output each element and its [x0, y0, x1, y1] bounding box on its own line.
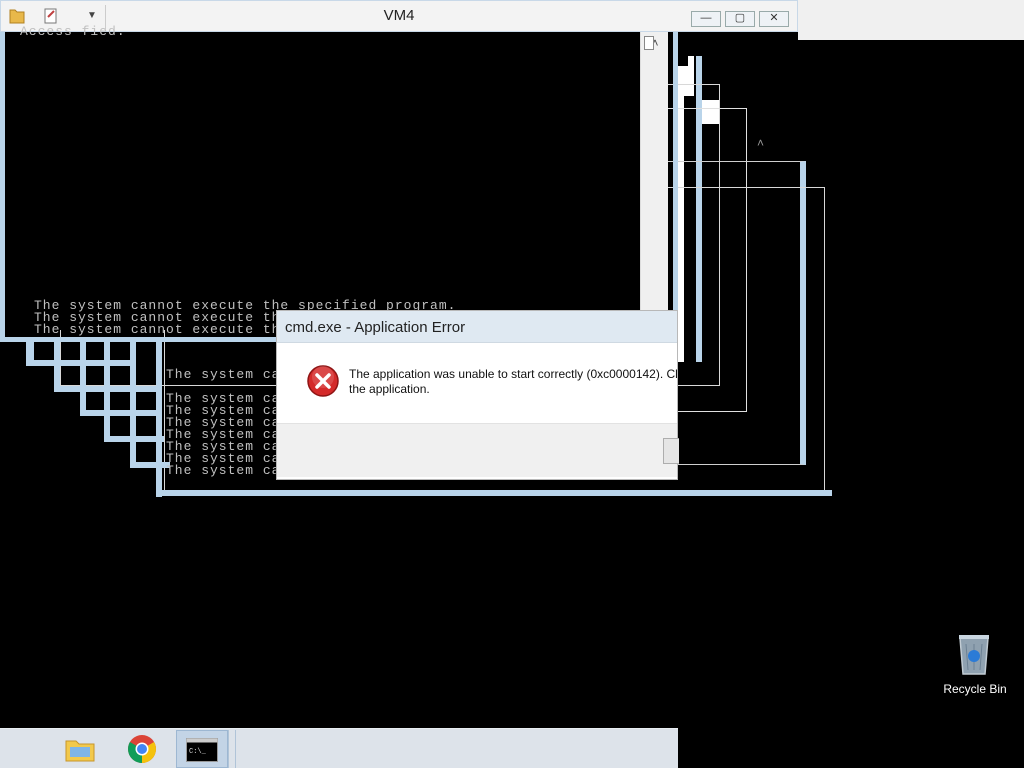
console-scrollbar[interactable]: ˄ ˅ — [640, 32, 668, 330]
ok-button[interactable] — [663, 438, 679, 464]
console-area[interactable]: Access fied. The system cannot execute t… — [10, 25, 640, 336]
ghost-line: The system can — [166, 367, 290, 382]
dialog-title-bar[interactable]: cmd.exe - Application Error — [277, 311, 677, 343]
ghost-line: The system can — [166, 463, 290, 478]
window-title: VM4 — [383, 7, 415, 24]
svg-text:C:\_: C:\_ — [189, 748, 207, 756]
dialog-message: The application was unable to start corr… — [349, 367, 677, 399]
close-button[interactable]: ✕ — [759, 11, 789, 27]
maximize-button[interactable]: ▢ — [725, 11, 755, 27]
restore-icon[interactable] — [644, 36, 654, 50]
taskbar-stack-edge — [228, 730, 236, 768]
recycle-bin-label[interactable]: Recycle Bin — [936, 682, 1014, 696]
minimize-button[interactable]: — — [691, 11, 721, 27]
vm4-window[interactable]: ▼ VM4 — ▢ ✕ Access fied. The system cann… — [0, 0, 798, 342]
folder-icon — [65, 740, 95, 762]
chrome-icon — [128, 735, 156, 763]
dialog-message-text: The application was unable to start corr… — [349, 367, 677, 396]
taskbar-item-cmd[interactable]: C:\_ — [176, 730, 228, 768]
error-icon — [307, 365, 339, 397]
dialog-title: cmd.exe - Application Error — [285, 319, 466, 336]
dialog-footer — [277, 423, 679, 477]
desktop-top-strip — [798, 0, 1024, 40]
recycle-bin-icon[interactable] — [956, 632, 992, 676]
taskbar: C:\_ — [0, 728, 678, 768]
taskbar-item-file-explorer[interactable] — [54, 730, 106, 768]
taskbar-item-chrome[interactable] — [116, 730, 168, 768]
application-error-dialog[interactable]: cmd.exe - Application Error The applicat… — [276, 310, 679, 480]
cmd-icon: C:\_ — [186, 738, 218, 762]
console-line: The system cannot execute the — [34, 322, 290, 337]
console-top-line: Access fied. — [20, 24, 126, 39]
